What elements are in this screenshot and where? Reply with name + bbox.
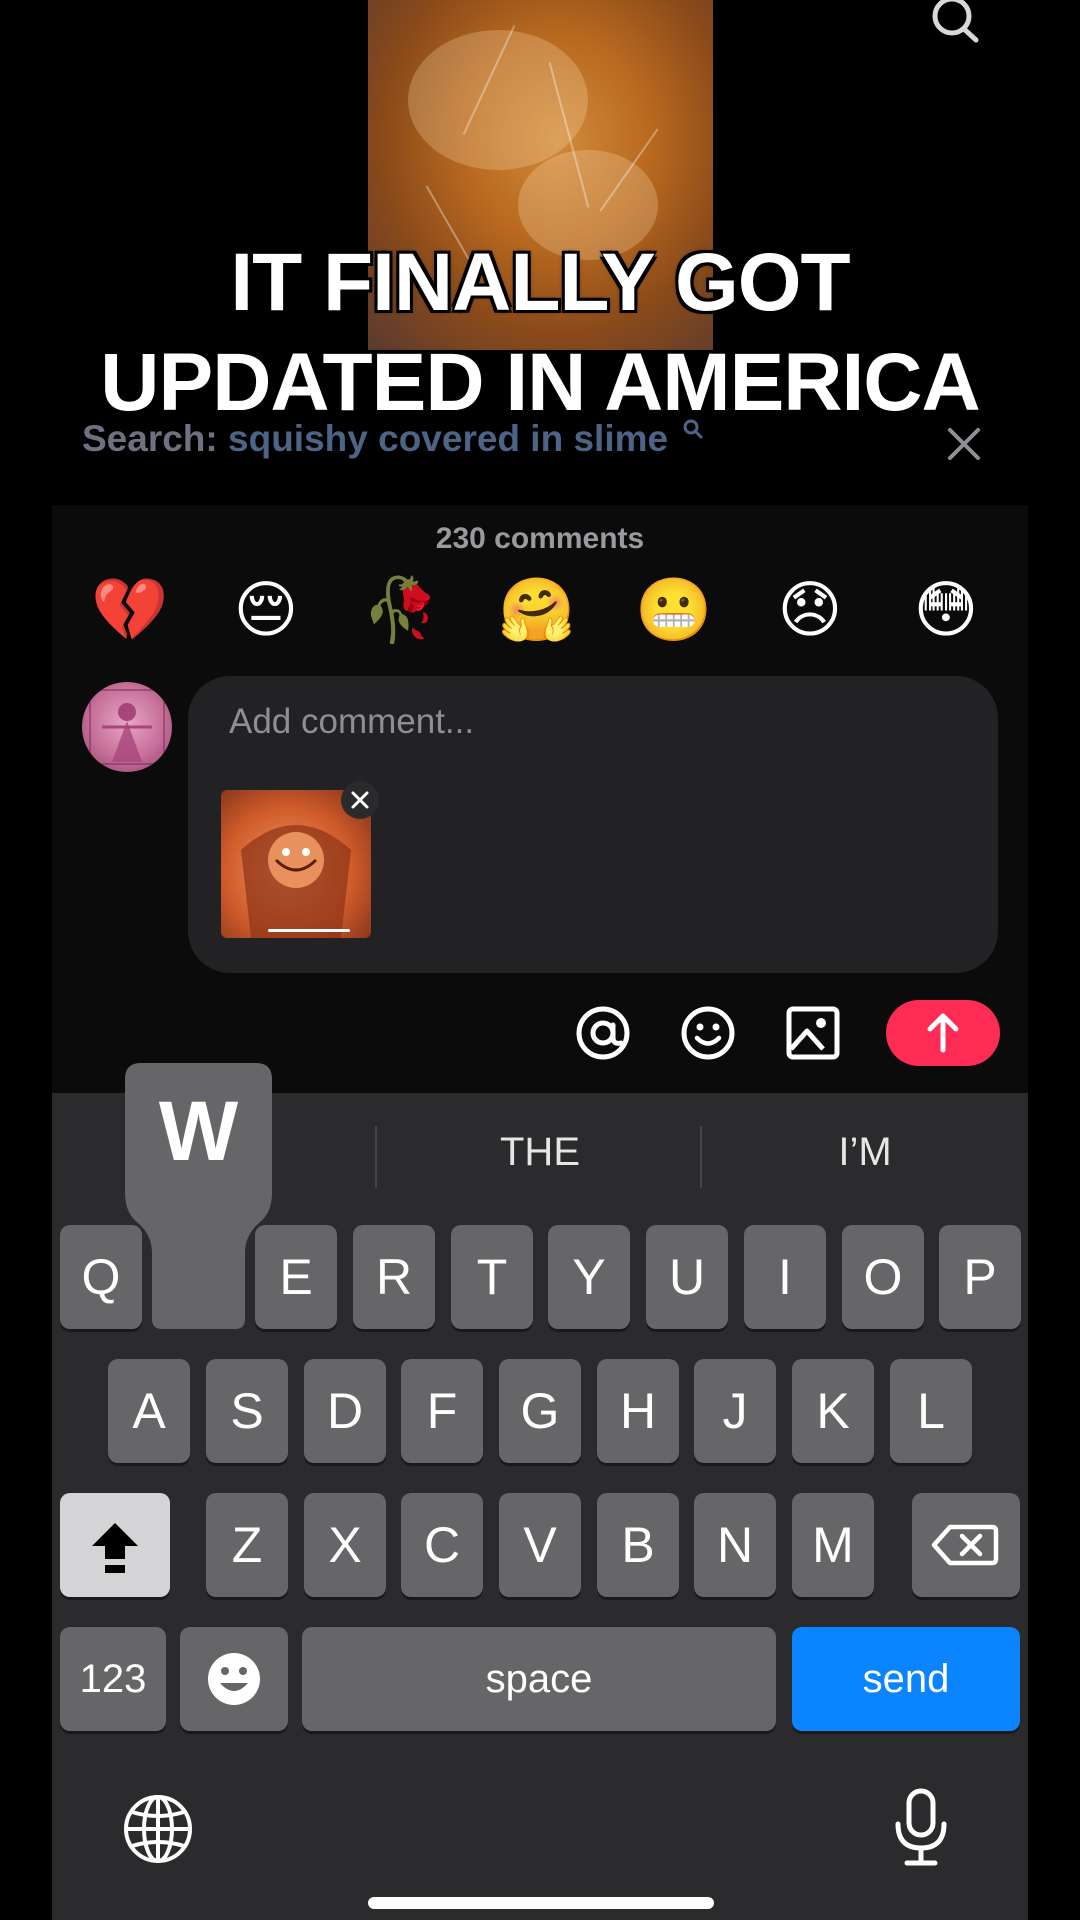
key-t[interactable]: T <box>451 1225 533 1329</box>
key-o[interactable]: O <box>842 1225 924 1329</box>
backspace-icon <box>931 1524 999 1566</box>
suggestion-divider <box>700 1126 702 1188</box>
quick-emoji-wilted-rose[interactable]: 🥀 <box>361 575 441 645</box>
at-icon[interactable] <box>575 1005 631 1061</box>
backspace-key[interactable] <box>912 1493 1020 1597</box>
avatar[interactable] <box>82 682 172 772</box>
related-search[interactable]: Search: squishy covered in slime <box>82 418 704 460</box>
key-m[interactable]: M <box>792 1493 874 1597</box>
post-comment-button[interactable] <box>886 1000 1000 1066</box>
key-f[interactable]: F <box>401 1359 483 1463</box>
key-x[interactable]: X <box>304 1493 386 1597</box>
quick-emoji-disappointed[interactable]: 😞 <box>770 575 850 645</box>
space-key[interactable]: space <box>302 1627 776 1731</box>
key-z[interactable]: Z <box>206 1493 288 1597</box>
key-g[interactable]: G <box>499 1359 581 1463</box>
quick-emoji-grimace[interactable]: 😬 <box>634 575 714 645</box>
comments-count: 230 comments <box>435 522 645 555</box>
emoji-icon[interactable] <box>680 1005 736 1061</box>
key-y[interactable]: Y <box>548 1225 630 1329</box>
image-icon[interactable] <box>785 1005 841 1061</box>
key-u[interactable]: U <box>646 1225 728 1329</box>
send-key[interactable]: send <box>792 1627 1020 1731</box>
quick-emoji-pensive[interactable]: 😔 <box>226 575 306 645</box>
emoji-key-icon <box>208 1653 260 1705</box>
suggestion-the[interactable]: THE <box>425 1130 655 1175</box>
numbers-key[interactable]: 123 <box>60 1627 166 1731</box>
quick-emoji-broken-heart[interactable]: 💔 <box>90 575 170 645</box>
close-icon[interactable] <box>944 424 984 464</box>
shift-icon <box>92 1523 138 1573</box>
microphone-icon[interactable] <box>893 1788 949 1868</box>
home-indicator <box>368 1897 714 1909</box>
key-b[interactable]: B <box>597 1493 679 1597</box>
search-small-icon <box>683 419 703 439</box>
key-i[interactable]: I <box>744 1225 826 1329</box>
key-v[interactable]: V <box>499 1493 581 1597</box>
suggestion-im[interactable]: I’M <box>750 1130 980 1175</box>
key-d[interactable]: D <box>304 1359 386 1463</box>
arrow-up-icon <box>927 1013 959 1053</box>
remove-attachment-icon[interactable] <box>341 781 379 819</box>
key-r[interactable]: R <box>353 1225 435 1329</box>
key-l[interactable]: L <box>890 1359 972 1463</box>
shift-key[interactable] <box>60 1493 170 1597</box>
key-j[interactable]: J <box>694 1359 776 1463</box>
key-s[interactable]: S <box>206 1359 288 1463</box>
suggestion-divider <box>375 1126 377 1188</box>
video-caption-line-2: UPDATED IN AMERICA <box>100 337 980 428</box>
search-query-link[interactable]: squishy covered in slime <box>228 418 668 459</box>
key-p[interactable]: P <box>939 1225 1021 1329</box>
key-k[interactable]: K <box>792 1359 874 1463</box>
video-caption-line-1: IT FINALLY GOT <box>230 237 850 328</box>
emoji-keyboard-key[interactable] <box>180 1627 288 1731</box>
key-c[interactable]: C <box>401 1493 483 1597</box>
key-w-popup[interactable]: W <box>125 1063 272 1329</box>
quick-emoji-hug[interactable]: 🤗 <box>497 575 577 645</box>
key-a[interactable]: A <box>108 1359 190 1463</box>
search-prefix: Search: <box>82 418 218 459</box>
key-h[interactable]: H <box>597 1359 679 1463</box>
key-w-label: W <box>158 1084 239 1178</box>
globe-icon[interactable] <box>123 1794 193 1864</box>
quick-emoji-flushed[interactable]: 😳 <box>906 575 986 645</box>
search-icon[interactable] <box>930 0 982 46</box>
comment-placeholder: Add comment... <box>229 702 475 741</box>
key-n[interactable]: N <box>694 1493 776 1597</box>
